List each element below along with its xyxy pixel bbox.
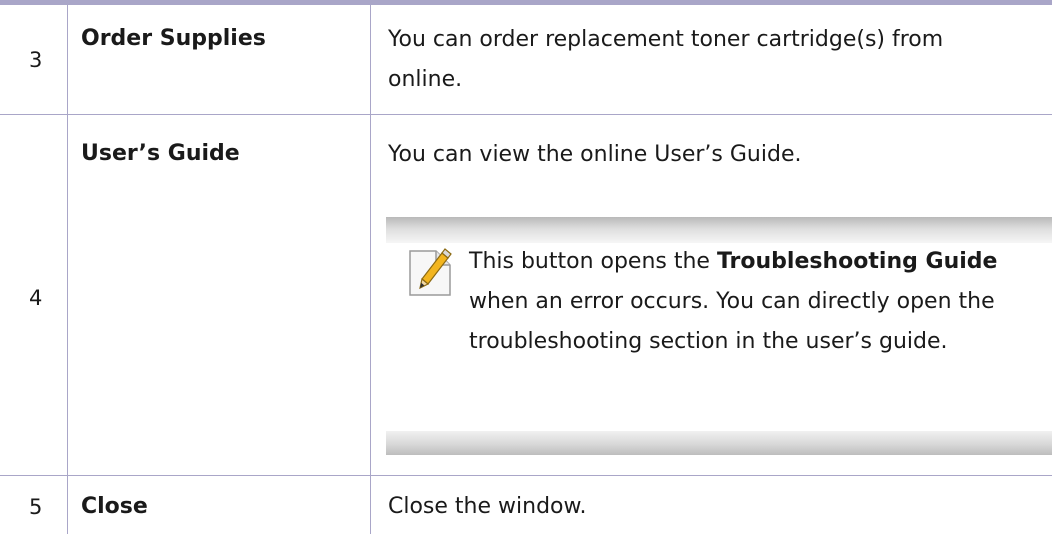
function-name: Order Supplies [81, 26, 266, 51]
row-divider [0, 114, 1052, 115]
note-box: This button opens the Troubleshooting Gu… [386, 217, 1052, 455]
troubleshooting-guide-label: Troubleshooting Guide [716, 249, 998, 274]
function-name: User’s Guide [81, 141, 240, 166]
note-top-band [386, 217, 1052, 243]
function-name: Close [81, 494, 148, 519]
column-divider [67, 5, 68, 534]
function-table: 3 Order Supplies You can order replaceme… [0, 0, 1052, 534]
row-divider [0, 475, 1052, 476]
row-number: 5 [29, 495, 43, 519]
note-pencil-icon [406, 245, 454, 299]
table-top-rule [0, 0, 1052, 5]
function-description: You can view the online User’s Guide. [388, 142, 802, 167]
row-number: 4 [29, 286, 43, 310]
row-number: 3 [29, 48, 43, 72]
column-divider [370, 5, 371, 534]
function-description: You can order replacement toner cartridg… [388, 27, 944, 92]
note-bottom-band [386, 431, 1052, 455]
note-text: This button opens the Troubleshooting Gu… [469, 249, 998, 354]
function-description: Close the window. [388, 494, 587, 519]
